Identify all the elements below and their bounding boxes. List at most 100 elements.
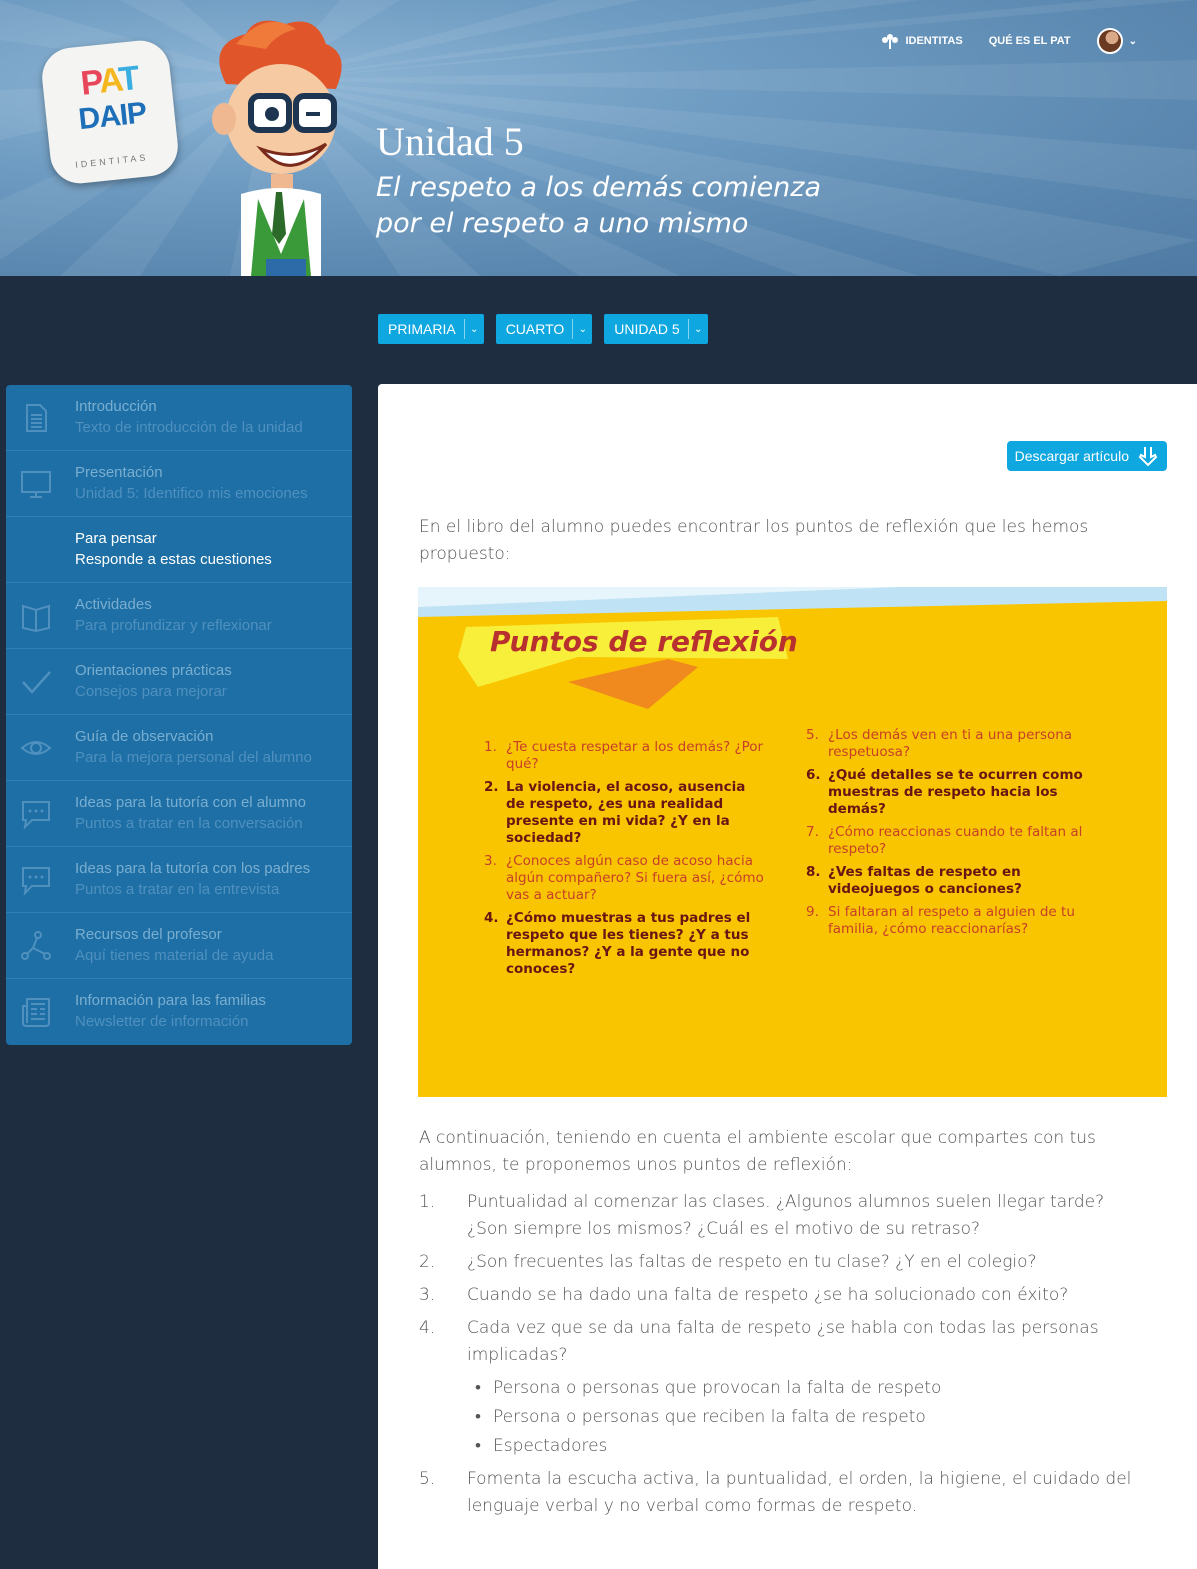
- reflection-left-column: 1. ¿Te cuesta respetar a los demás? ¿Por…: [484, 739, 764, 984]
- reflection-item-text: ¿Los demás ven en ti a una persona respe…: [828, 727, 1073, 760]
- sidebar-item-para-pensar[interactable]: Para pensar Responde a estas cuestiones: [6, 517, 352, 583]
- pat-daip-logo[interactable]: PAT DAIP IDENTITAS: [39, 37, 181, 187]
- sidebar-item-subtitle: Texto de introducción de la unidad: [75, 419, 303, 436]
- reflection-item-text: ¿Qué detalles se te ocurren como muestra…: [828, 767, 1083, 817]
- list-item-number: 3.: [419, 1285, 436, 1305]
- main-content: Descargar artículo En el libro del alumn…: [378, 384, 1197, 1569]
- sidebar-item-title: Presentación: [75, 464, 163, 481]
- reflection-item-text: ¿Cómo muestras a tus padres el respeto q…: [506, 910, 751, 977]
- sidebar-item-familias[interactable]: Información para las familias Newsletter…: [6, 979, 352, 1045]
- reflection-points-image: Puntos de reflexión 1. ¿Te cuesta respet…: [418, 587, 1167, 1097]
- sidebar-item-subtitle: Responde a estas cuestiones: [75, 551, 272, 568]
- sidebar-item-guia-observacion[interactable]: Guía de observación Para la mejora perso…: [6, 715, 352, 781]
- filter-unit-select[interactable]: UNIDAD 5 ⌄: [604, 314, 708, 344]
- sidebar-item-subtitle: Aquí tienes material de ayuda: [75, 947, 274, 964]
- sub-list-item-text: Persona o personas que reciben la falta …: [493, 1407, 926, 1427]
- mascot-boy-illustration: [212, 20, 342, 276]
- intro-paragraph: En el libro del alumno puedes encontrar …: [419, 517, 1089, 564]
- filter-course-label: CUARTO: [505, 321, 565, 337]
- unit-subtitle: El respeto a los demás comienza por el r…: [376, 170, 856, 242]
- sidebar-item-subtitle: Newsletter de información: [75, 1013, 249, 1030]
- sidebar-item-subtitle: Para profundizar y reflexionar: [75, 617, 272, 634]
- top-navigation: IDENTITAS QUÉ ES EL PAT ⌄: [881, 28, 1137, 54]
- unit-subtitle-line2: por el respeto a uno mismo: [376, 208, 749, 239]
- unit-subtitle-line1: El respeto a los demás comienza: [376, 172, 822, 203]
- reflection-item-text: ¿Conoces algún caso de acoso hacia algún…: [506, 853, 764, 903]
- book-icon: [22, 604, 50, 632]
- sidebar-item-title: Información para las familias: [75, 992, 266, 1009]
- sidebar-item-tutoria-alumno[interactable]: Ideas para la tutoría con el alumno Punt…: [6, 781, 352, 847]
- header-banner: PAT DAIP IDENTITAS Unidad 5 El respeto a…: [0, 0, 1197, 276]
- sidebar-item-actividades[interactable]: Actividades Para profundizar y reflexion…: [6, 583, 352, 649]
- sidebar-item-tutoria-padres[interactable]: Ideas para la tutoría con los padres Pun…: [6, 847, 352, 913]
- avatar: [1096, 28, 1123, 54]
- list-item-text: Fomenta la escucha activa, la puntualida…: [467, 1469, 1132, 1516]
- sidebar-item-title: Introducción: [75, 398, 157, 415]
- sidebar-item-subtitle: Unidad 5: Identifico mis emociones: [75, 485, 308, 502]
- reflection-item: 1. ¿Te cuesta respetar a los demás? ¿Por…: [484, 739, 764, 773]
- monitor-icon: [21, 471, 51, 498]
- nav-identitas[interactable]: IDENTITAS: [881, 33, 963, 49]
- sidebar-item-recursos[interactable]: Recursos del profesor Aquí tienes materi…: [6, 913, 352, 979]
- nav-identitas-label: IDENTITAS: [905, 35, 963, 47]
- filter-level-select[interactable]: PRIMARIA ⌄: [378, 314, 484, 344]
- sidebar-menu: Introducción Texto de introducción de la…: [6, 385, 352, 1045]
- logo-identitas: IDENTITAS: [74, 152, 149, 170]
- reflection-item-number: 3.: [484, 853, 497, 869]
- reflection-item-number: 9.: [806, 904, 819, 920]
- list-item: 2. ¿Son frecuentes las faltas de respeto…: [419, 1249, 1139, 1276]
- sidebar-item-title: Ideas para la tutoría con el alumno: [75, 794, 306, 811]
- reflection-item-text: La violencia, el acoso, ausencia de resp…: [506, 779, 746, 846]
- chat-icon: [22, 801, 50, 830]
- filter-course-select[interactable]: CUARTO ⌄: [495, 314, 593, 344]
- document-icon: [26, 404, 47, 432]
- reflection-title: Puntos de reflexión: [490, 625, 798, 658]
- sidebar-item-subtitle: Puntos a tratar en la conversación: [75, 815, 303, 832]
- sidebar-item-title: Para pensar: [75, 530, 157, 547]
- reflection-item-number: 8.: [806, 864, 821, 880]
- network-icon: [21, 931, 51, 960]
- chevron-down-icon: ⌄: [1128, 35, 1137, 47]
- newspaper-icon: [22, 998, 50, 1027]
- list-item-number: 1.: [419, 1192, 436, 1212]
- sidebar-item-title: Actividades: [75, 596, 152, 613]
- sidebar-item-presentacion[interactable]: Presentación Unidad 5: Identifico mis em…: [6, 451, 352, 517]
- sub-list-item: • Persona o personas que provocan la fal…: [467, 1375, 1139, 1402]
- reflection-item-number: 6.: [806, 767, 821, 783]
- sidebar-item-introduccion[interactable]: Introducción Texto de introducción de la…: [6, 385, 352, 451]
- reflection-item-number: 1.: [484, 739, 497, 755]
- download-article-button[interactable]: Descargar artículo: [1006, 441, 1167, 471]
- reflection-item: 5. ¿Los demás ven en ti a una persona re…: [806, 727, 1096, 761]
- list-item-number: 5.: [419, 1469, 436, 1489]
- identitas-icon: [882, 34, 899, 49]
- download-hand-icon: [1138, 447, 1158, 467]
- reflection-item-text: Si faltaran al respeto a alguien de tu f…: [828, 904, 1075, 937]
- sidebar-item-orientaciones[interactable]: Orientaciones prácticas Consejos para me…: [6, 649, 352, 715]
- check-icon: [22, 671, 51, 694]
- list-item: 4. Cada vez que se da una falta de respe…: [419, 1315, 1139, 1369]
- reflection-item-number: 7.: [806, 824, 819, 840]
- reflection-item: 3. ¿Conoces algún caso de acoso hacia al…: [484, 853, 764, 904]
- bullet-icon: •: [475, 1407, 481, 1427]
- user-menu[interactable]: ⌄: [1096, 28, 1137, 54]
- sub-list-item: • Espectadores: [467, 1433, 1139, 1460]
- reflection-item: 7. ¿Cómo reaccionas cuando te faltan al …: [806, 824, 1096, 858]
- filter-unit-label: UNIDAD 5: [614, 321, 680, 337]
- eye-icon: [20, 741, 52, 755]
- reflection-right-column: 5. ¿Los demás ven en ti a una persona re…: [806, 727, 1096, 944]
- sub-list-item-text: Espectadores: [493, 1436, 608, 1456]
- reflection-list: 1. Puntualidad al comenzar las clases. ¿…: [419, 1189, 1139, 1526]
- nav-que-es-label: QUÉ ES EL PAT: [988, 35, 1071, 47]
- list-item: 5. Fomenta la escucha activa, la puntual…: [419, 1466, 1139, 1520]
- list-item: 1. Puntualidad al comenzar las clases. ¿…: [419, 1189, 1139, 1243]
- sidebar-item-title: Guía de observación: [75, 728, 214, 745]
- nav-que-es-el-pat[interactable]: QUÉ ES EL PAT: [989, 35, 1071, 47]
- sidebar-item-title: Recursos del profesor: [75, 926, 222, 943]
- reflection-item-text: ¿Cómo reaccionas cuando te faltan al res…: [828, 824, 1083, 857]
- chevron-down-icon: ⌄: [463, 319, 484, 339]
- reflection-item: 9. Si faltaran al respeto a alguien de t…: [806, 904, 1096, 938]
- chat-icon: [22, 867, 50, 896]
- list-item-text: Cada vez que se da una falta de respeto …: [467, 1318, 1099, 1365]
- sidebar-item-subtitle: Para la mejora personal del alumno: [75, 749, 312, 766]
- continuation-paragraph: A continuación, teniendo en cuenta el am…: [419, 1128, 1096, 1175]
